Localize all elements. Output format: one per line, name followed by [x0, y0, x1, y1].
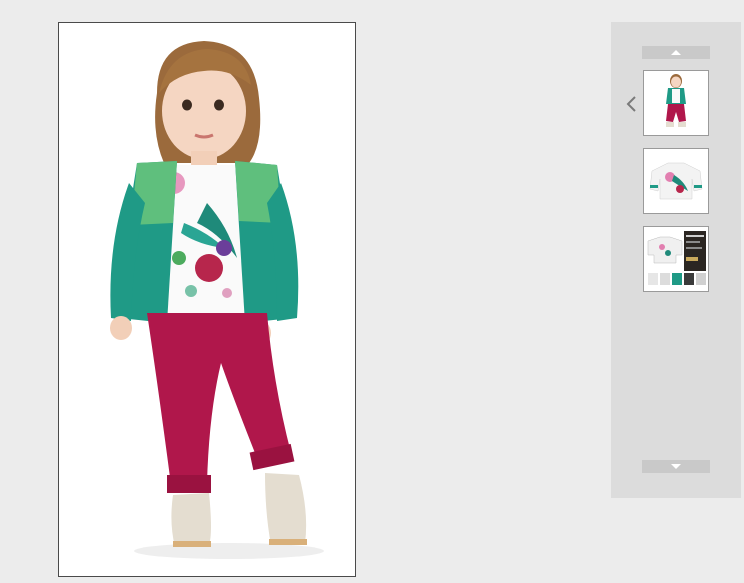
- thumbnail-1-image: [644, 71, 708, 135]
- thumbnail-full-outfit[interactable]: [643, 70, 709, 136]
- triangle-up-icon: [671, 50, 681, 55]
- triangle-down-icon: [671, 464, 681, 469]
- scroll-down-button[interactable]: [642, 460, 710, 473]
- main-image-illustration: [59, 23, 355, 576]
- thumbnail-floral-top[interactable]: [643, 148, 709, 214]
- thumbnail-product-page[interactable]: [643, 226, 709, 292]
- scroll-up-button[interactable]: [642, 46, 710, 59]
- thumbnail-2-image: [644, 149, 708, 213]
- thumbnail-3-image: [644, 227, 708, 291]
- thumbnail-panel: [611, 22, 741, 498]
- chevron-left-icon[interactable]: [624, 95, 638, 113]
- main-product-image[interactable]: [58, 22, 356, 577]
